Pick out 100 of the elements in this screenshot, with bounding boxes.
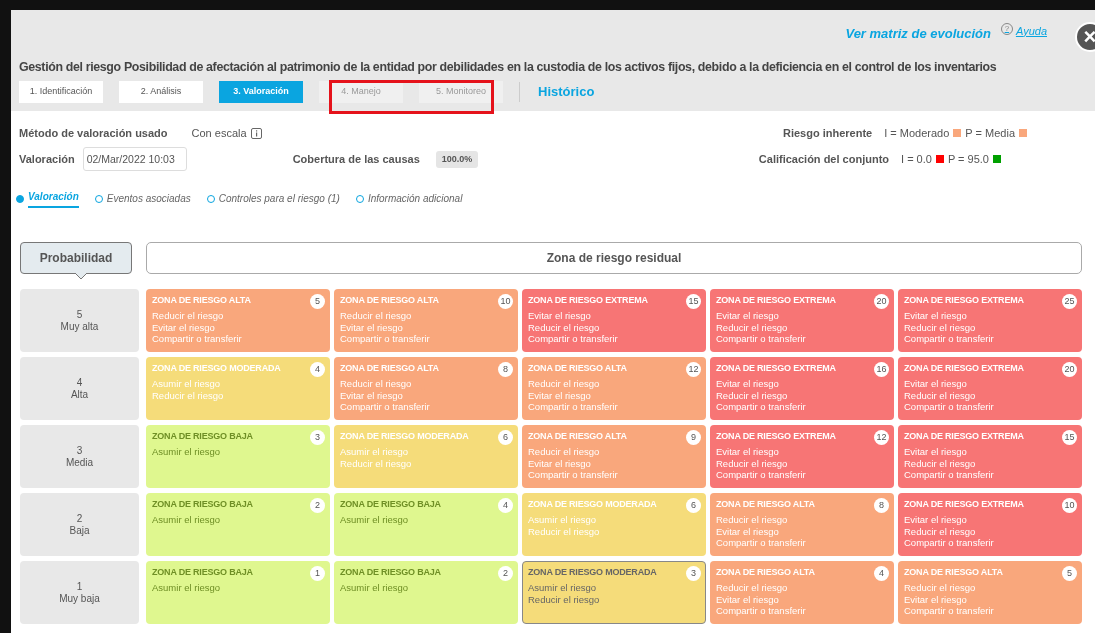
risk-zone-card[interactable]: ZONA DE RIESGO EXTREMA 10 Evitar el riesgo Reducir el riesgo Compartir o transferir: [898, 493, 1082, 557]
zone-action: Compartir o transferir: [716, 537, 807, 550]
score-badge: 20: [1062, 362, 1077, 378]
close-button[interactable]: ×: [1075, 22, 1095, 52]
risk-zone-card[interactable]: ZONA DE RIESGO BAJA 2 Asumir el riesgo: [334, 561, 518, 625]
risk-zone-card[interactable]: ZONA DE RIESGO ALTA 5 Reducir el riesgo Evitar el riesgo Compartir o transferir: [898, 561, 1082, 625]
zone-action: Compartir o transferir: [904, 469, 995, 482]
level-number: 4: [76, 376, 83, 389]
zone-action: Compartir o transferir: [716, 469, 807, 482]
score-badge: 8: [874, 498, 889, 514]
zone-action: Asumir el riesgo: [152, 513, 222, 526]
zone-action: Evitar el riesgo: [904, 593, 968, 606]
zone-title: ZONA DE RIESGO BAJA: [340, 567, 441, 579]
zone-action: Compartir o transferir: [340, 333, 431, 346]
zone-action: Asumir el riesgo: [152, 581, 222, 594]
risk-zone-card[interactable]: ZONA DE RIESGO ALTA 8 Reducir el riesgo Evitar el riesgo Compartir o transferir: [710, 493, 894, 557]
zone-action: Reducir el riesgo: [528, 445, 601, 458]
zone-title: ZONA DE RIESGO EXTREMA: [716, 431, 836, 443]
zone-action: Reducir el riesgo: [904, 457, 977, 470]
zone-action: Reducir el riesgo: [716, 321, 789, 334]
zone-action: Reducir el riesgo: [716, 581, 789, 594]
score-badge: 1: [310, 566, 325, 582]
assessment-label: Valoración: [19, 152, 75, 168]
section-tab[interactable]: Eventos asociadas: [94, 189, 191, 209]
zone-action: Asumir el riesgo: [528, 581, 598, 594]
zone-action: Evitar el riesgo: [904, 445, 968, 458]
date-field[interactable]: 02/Mar/2022 10:03: [82, 147, 187, 172]
risk-zone-card[interactable]: ZONA DE RIESGO BAJA 4 Asumir el riesgo: [334, 493, 518, 557]
risk-zone-card[interactable]: ZONA DE RIESGO MODERADA 6 Asumir el riesgo Reducir el riesgo: [334, 425, 518, 489]
score-badge: 10: [498, 294, 513, 310]
step-tab[interactable]: 1. Identificación: [19, 80, 103, 103]
score-badge: 12: [874, 430, 889, 446]
zone-action: Compartir o transferir: [904, 333, 995, 346]
inherent-risk-value: I = Moderado: [884, 125, 950, 141]
score-badge: 6: [498, 430, 513, 446]
zone-title: ZONA DE RIESGO MODERADA: [528, 567, 657, 579]
step-tab[interactable]: 2. Análisis: [119, 80, 203, 103]
zone-title: ZONA DE RIESGO ALTA: [528, 431, 627, 443]
page-title: Gestión del riesgo Posibilidad de afectación al patrimonio de la entidad por debilidades en la custodia de los activos fijos, debido a la deficiencia en el control de los inventarios: [19, 59, 998, 76]
risk-zone-card[interactable]: ZONA DE RIESGO EXTREMA 20 Evitar el riesgo Reducir el riesgo Compartir o transferir: [898, 357, 1082, 421]
level-number: 1: [76, 580, 83, 593]
info-icon[interactable]: [250, 127, 262, 139]
zone-action: Compartir o transferir: [716, 605, 807, 618]
score-badge: 4: [498, 498, 513, 514]
section-tab[interactable]: Información adicional: [355, 189, 463, 209]
level-name: Alta: [70, 388, 89, 401]
risk-zone-card[interactable]: ZONA DE RIESGO ALTA 8 Reducir el riesgo Evitar el riesgo Compartir o transferir: [334, 357, 518, 421]
zone-action: Compartir o transferir: [904, 605, 995, 618]
risk-zone-card[interactable]: ZONA DE RIESGO EXTREMA 15 Evitar el riesgo Reducir el riesgo Compartir o transferir: [522, 289, 706, 353]
zone-action: Reducir el riesgo: [152, 389, 225, 402]
score-badge: 5: [310, 294, 325, 310]
zone-action: Evitar el riesgo: [716, 309, 780, 322]
risk-zone-card[interactable]: ZONA DE RIESGO BAJA 1 Asumir el riesgo: [146, 561, 330, 625]
score-badge: 5: [1062, 566, 1077, 582]
risk-zone-card[interactable]: ZONA DE RIESGO EXTREMA 16 Evitar el riesgo Reducir el riesgo Compartir o transferir: [710, 357, 894, 421]
zone-title: ZONA DE RIESGO BAJA: [152, 567, 253, 579]
section-tab[interactable]: Controles para el riesgo (1): [206, 189, 340, 209]
score-badge: 4: [874, 566, 889, 582]
zone-action: Compartir o transferir: [340, 401, 431, 414]
risk-zone-card[interactable]: ZONA DE RIESGO BAJA 2 Asumir el riesgo: [146, 493, 330, 557]
zone-action: Reducir el riesgo: [528, 321, 601, 334]
level-name: Media: [65, 456, 94, 469]
risk-zone-card[interactable]: ZONA DE RIESGO ALTA 10 Reducir el riesgo Evitar el riesgo Compartir o transferir: [334, 289, 518, 353]
zone-title: ZONA DE RIESGO ALTA: [904, 567, 1003, 579]
zone-title: ZONA DE RIESGO ALTA: [340, 295, 439, 307]
score-badge: 8: [498, 362, 513, 378]
level-number: 3: [76, 444, 83, 457]
risk-zone-card[interactable]: ZONA DE RIESGO EXTREMA 15 Evitar el riesgo Reducir el riesgo Compartir o transferir: [898, 425, 1082, 489]
risk-zone-card[interactable]: ZONA DE RIESGO ALTA 5 Reducir el riesgo Evitar el riesgo Compartir o transferir: [146, 289, 330, 353]
zone-title: ZONA DE RIESGO EXTREMA: [904, 499, 1024, 511]
risk-zone-card[interactable]: ZONA DE RIESGO MODERADA 3 Asumir el riesgo Reducir el riesgo: [522, 561, 706, 625]
risk-zone-card[interactable]: ZONA DE RIESGO ALTA 4 Reducir el riesgo Evitar el riesgo Compartir o transferir: [710, 561, 894, 625]
risk-zone-card[interactable]: ZONA DE RIESGO MODERADA 4 Asumir el riesgo Reducir el riesgo: [146, 357, 330, 421]
zone-title: ZONA DE RIESGO BAJA: [152, 499, 253, 511]
risk-zone-card[interactable]: ZONA DE RIESGO MODERADA 6 Asumir el riesgo Reducir el riesgo: [522, 493, 706, 557]
zone-action: Compartir o transferir: [528, 333, 619, 346]
zone-title: ZONA DE RIESGO BAJA: [340, 499, 441, 511]
risk-zone-card[interactable]: ZONA DE RIESGO EXTREMA 25 Evitar el riesgo Reducir el riesgo Compartir o transferir: [898, 289, 1082, 353]
zone-action: Evitar el riesgo: [716, 445, 780, 458]
risk-zone-card[interactable]: ZONA DE RIESGO EXTREMA 20 Evitar el riesgo Reducir el riesgo Compartir o transferir: [710, 289, 894, 353]
zone-action: Reducir el riesgo: [904, 525, 977, 538]
level-name: Muy baja: [59, 592, 100, 605]
zone-action: Reducir el riesgo: [340, 309, 413, 322]
zone-action: Compartir o transferir: [528, 469, 619, 482]
zone-action: Evitar el riesgo: [152, 321, 216, 334]
rating-value: I = 0.0: [901, 152, 932, 168]
zone-title: ZONA DE RIESGO MODERADA: [528, 499, 657, 511]
risk-zone-card[interactable]: ZONA DE RIESGO ALTA 9 Reducir el riesgo Evitar el riesgo Compartir o transferir: [522, 425, 706, 489]
zone-title: ZONA DE RIESGO EXTREMA: [904, 363, 1024, 375]
zone-action: Compartir o transferir: [716, 333, 807, 346]
score-badge: 2: [498, 566, 513, 582]
zone-action: Asumir el riesgo: [152, 445, 222, 458]
risk-zone-card[interactable]: ZONA DE RIESGO BAJA 3 Asumir el riesgo: [146, 425, 330, 489]
rating-label: Calificación del conjunto: [758, 152, 889, 168]
score-badge: 16: [874, 362, 889, 378]
risk-zone-card[interactable]: ZONA DE RIESGO EXTREMA 12 Evitar el riesgo Reducir el riesgo Compartir o transferir: [710, 425, 894, 489]
risk-zone-card[interactable]: ZONA DE RIESGO ALTA 12 Reducir el riesgo Evitar el riesgo Compartir o transferir: [522, 357, 706, 421]
zone-action: Reducir el riesgo: [716, 513, 789, 526]
score-badge: 2: [310, 498, 325, 514]
zone-title: ZONA DE RIESGO EXTREMA: [716, 363, 836, 375]
